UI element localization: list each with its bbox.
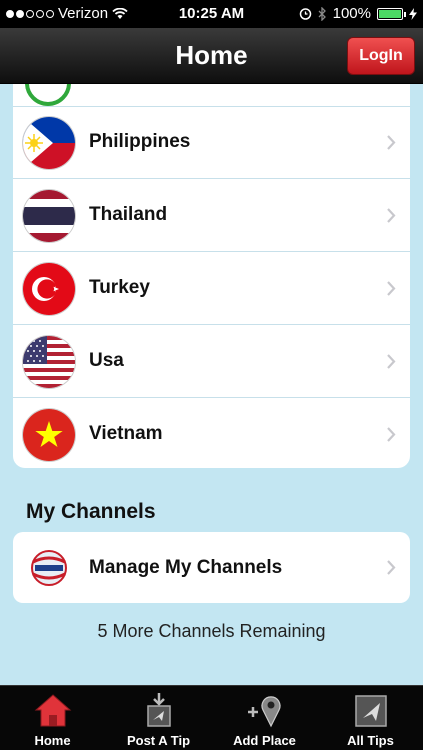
wifi-icon [112, 7, 128, 19]
country-label: Turkey [89, 277, 150, 298]
add-place-icon [247, 696, 281, 728]
country-row-usa[interactable]: Usa [13, 326, 410, 398]
country-label: Usa [89, 350, 124, 371]
country-label: Thailand [89, 204, 168, 225]
country-label: Philippines [89, 131, 191, 152]
carrier-name: Verizon [58, 5, 109, 22]
partial-flag-icon [25, 84, 71, 106]
charging-icon [409, 7, 417, 20]
network-logo-icon [31, 550, 67, 586]
chevron-right-icon [387, 354, 396, 369]
tab-post-a-tip[interactable]: Post A Tip [106, 686, 211, 750]
signal-strength-icon [6, 9, 54, 18]
usa-flag-icon [23, 336, 75, 388]
thailand-flag-icon [23, 190, 75, 242]
philippines-flag-icon [23, 117, 75, 169]
tab-label: Add Place [233, 733, 296, 748]
status-bar: Verizon 10:25 AM 100% [0, 0, 423, 28]
tab-bar: Home Post A Tip Add Place All Tips [0, 685, 423, 750]
chevron-right-icon [387, 427, 396, 442]
battery-percent: 100% [332, 5, 371, 22]
tab-label: Post A Tip [126, 733, 191, 748]
tab-label: All Tips [347, 733, 394, 748]
country-row-turkey[interactable]: Turkey [13, 253, 410, 325]
manage-channels-row[interactable]: Manage My Channels [13, 532, 410, 603]
tab-all-tips[interactable]: All Tips [318, 686, 423, 750]
status-left: Verizon [6, 5, 128, 22]
all-tips-icon [354, 695, 387, 727]
section-title-my-channels: My Channels [26, 500, 156, 523]
country-row-thailand[interactable]: Thailand [13, 180, 410, 252]
battery-icon [377, 7, 406, 20]
bluetooth-icon [318, 6, 326, 21]
vietnam-flag-icon [23, 409, 75, 461]
country-row-vietnam[interactable]: Vietnam [13, 399, 410, 468]
status-right: 100% [299, 5, 417, 22]
country-label: Vietnam [89, 423, 163, 444]
turkey-flag-icon [23, 263, 75, 315]
home-icon [34, 694, 71, 727]
chevron-right-icon [387, 281, 396, 296]
login-button[interactable]: LogIn [347, 37, 415, 75]
list-item-partial[interactable] [13, 84, 410, 107]
chevron-right-icon [387, 560, 396, 575]
chevron-right-icon [387, 135, 396, 150]
navigation-bar: Home LogIn [0, 28, 423, 84]
post-tip-icon [146, 693, 171, 727]
country-list: Philippines Thailand Turkey Usa Vietnam [13, 84, 410, 468]
tab-label: Home [34, 733, 71, 748]
channels-remaining-text: 5 More Channels Remaining [97, 621, 326, 641]
tab-home[interactable]: Home [0, 686, 105, 750]
tab-add-place[interactable]: Add Place [212, 686, 317, 750]
country-row-philippines[interactable]: Philippines [13, 107, 410, 179]
manage-channels-label: Manage My Channels [89, 557, 283, 578]
chevron-right-icon [387, 208, 396, 223]
alarm-icon [299, 8, 311, 20]
